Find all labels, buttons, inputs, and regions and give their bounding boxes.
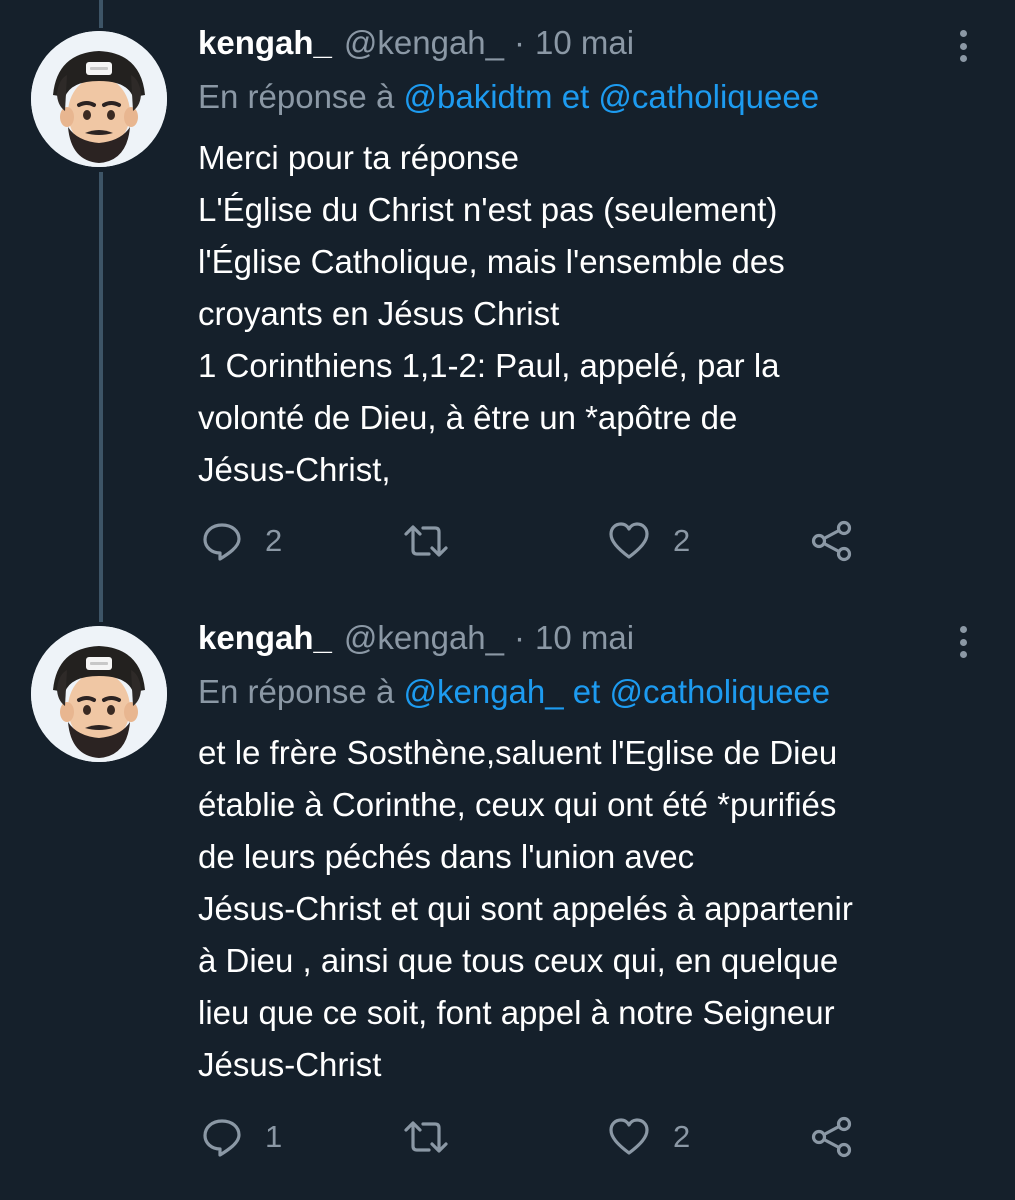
retweet-arrows-icon — [404, 525, 448, 557]
tweet-date[interactable]: 10 mai — [535, 619, 634, 657]
reply-conjunction: et — [572, 673, 601, 710]
tweet-text-line: de leurs péchés dans l'union avec — [198, 838, 695, 875]
tweet-text-line: volonté de Dieu, à être un *apôtre de — [198, 399, 738, 436]
user-handle[interactable]: @kengah_ — [344, 24, 504, 62]
tweet-text-line: Jésus-Christ, — [198, 451, 391, 488]
share-button[interactable] — [810, 1115, 854, 1159]
tweet-text-line: croyants en Jésus Christ — [198, 295, 560, 332]
mention-link[interactable]: @bakidtm — [403, 78, 552, 115]
reply-prefix: En réponse à — [198, 78, 395, 115]
tweet-text-line: l'Église Catholique, mais l'ensemble des — [198, 243, 785, 280]
tweet-text-line: établie à Corinthe, ceux qui ont été *pu… — [198, 786, 837, 823]
like-count: 2 — [673, 523, 691, 558]
tweet-header: kengah_ @kengah_ · 10 mai — [198, 24, 634, 68]
separator-dot: · — [514, 24, 526, 61]
tweet-text-line: Merci pour ta réponse — [198, 139, 519, 176]
vertical-dots-icon — [959, 626, 967, 633]
mention-link[interactable]: @kengah_ — [403, 673, 563, 710]
reply-button[interactable]: 2 — [201, 519, 282, 563]
vertical-dots-icon — [959, 30, 967, 37]
tweet-text-line: et le frère Sosthène,saluent l'Eglise de… — [198, 734, 838, 771]
retweet-button[interactable] — [402, 1115, 450, 1159]
avatar[interactable] — [31, 31, 167, 167]
like-count: 2 — [673, 1119, 691, 1154]
display-name[interactable]: kengah_ — [198, 24, 332, 62]
tweet-text-line: L'Église du Christ n'est pas (seulement) — [198, 191, 778, 228]
tweet-text: et le frère Sosthène,saluent l'Eglise de… — [198, 727, 988, 1091]
reply-prefix: En réponse à — [198, 673, 395, 710]
reply-conjunction: et — [561, 78, 590, 115]
share-nodes-icon — [811, 520, 852, 562]
user-handle[interactable]: @kengah_ — [344, 619, 504, 657]
more-options-button[interactable] — [948, 622, 978, 662]
tweet-text-line: 1 Corinthiens 1,1-2: Paul, appelé, par l… — [198, 347, 780, 384]
tweet-text-line: lieu que ce soit, font appel à notre Sei… — [198, 994, 835, 1031]
share-nodes-icon — [811, 1116, 852, 1158]
speech-bubble-icon — [203, 523, 241, 561]
speech-bubble-icon — [203, 1119, 241, 1157]
like-button[interactable]: 2 — [607, 1115, 690, 1159]
tweet-header: kengah_ @kengah_ · 10 mai — [198, 619, 634, 663]
tweet[interactable]: kengah_ @kengah_ · 10 mai En réponse à @… — [0, 600, 1015, 1200]
reply-context: En réponse à @bakidtm et @catholiqueee — [198, 78, 819, 116]
avatar[interactable] — [31, 626, 167, 762]
reply-count: 2 — [265, 523, 283, 558]
tweet-text-line: Jésus-Christ — [198, 1046, 382, 1083]
retweet-button[interactable] — [402, 519, 450, 563]
more-options-button[interactable] — [948, 26, 978, 66]
mention-link[interactable]: @catholiqueee — [609, 673, 830, 710]
separator-dot: · — [514, 619, 526, 656]
display-name[interactable]: kengah_ — [198, 619, 332, 657]
tweet[interactable]: kengah_ @kengah_ · 10 mai En réponse à @… — [0, 0, 1015, 600]
tweet-text-line: à Dieu , ainsi que tous ceux qui, en que… — [198, 942, 839, 979]
tweet-text: Merci pour ta réponse L'Église du Christ… — [198, 132, 988, 496]
like-button[interactable]: 2 — [607, 519, 690, 563]
reply-count: 1 — [265, 1119, 283, 1154]
mention-link[interactable]: @catholiqueee — [598, 78, 819, 115]
reply-context: En réponse à @kengah_ et @catholiqueee — [198, 673, 830, 711]
retweet-arrows-icon — [404, 1121, 448, 1153]
reply-button[interactable]: 1 — [201, 1115, 282, 1159]
tweet-date[interactable]: 10 mai — [535, 24, 634, 62]
tweet-text-line: Jésus-Christ et qui sont appelés à appar… — [198, 890, 853, 927]
heart-outline-icon — [609, 1118, 649, 1155]
heart-outline-icon — [609, 522, 649, 559]
share-button[interactable] — [810, 519, 854, 563]
